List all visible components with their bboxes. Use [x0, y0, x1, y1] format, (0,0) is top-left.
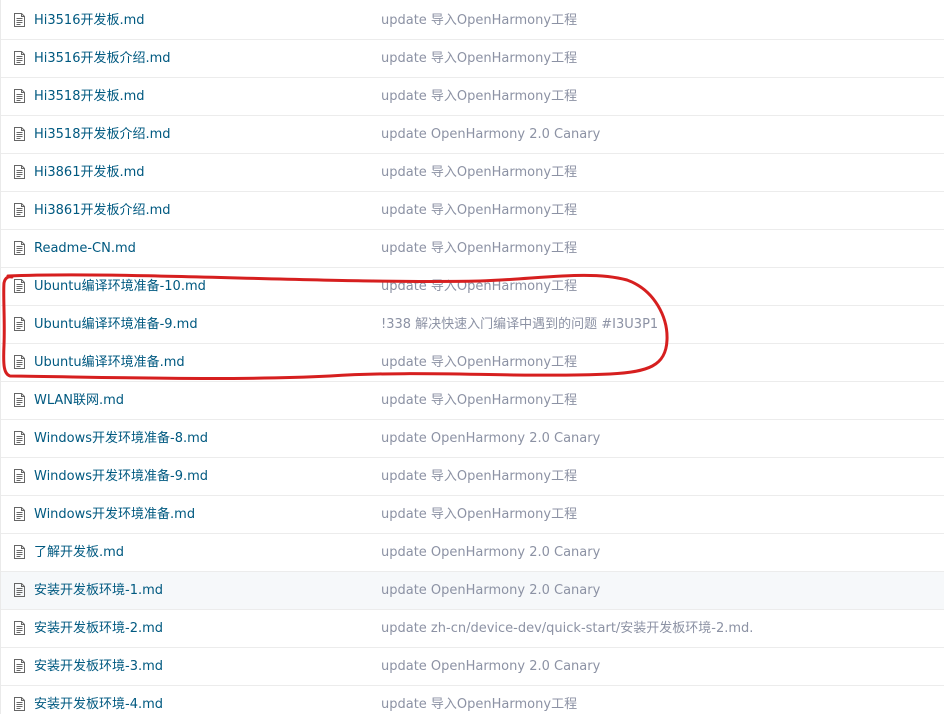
file-text-icon — [14, 13, 25, 27]
file-text-icon — [14, 431, 25, 445]
file-text-icon — [14, 659, 25, 673]
file-row[interactable]: Hi3516开发板.md update 导入OpenHarmony工程 — [1, 2, 944, 40]
commit-message-link[interactable]: update 导入OpenHarmony工程 — [381, 164, 577, 182]
file-text-icon — [14, 697, 25, 711]
commit-message-link[interactable]: update OpenHarmony 2.0 Canary — [381, 126, 600, 144]
commit-message-link[interactable]: !338 解决快速入门编译中遇到的问题 #I3U3P1 — [381, 316, 658, 334]
file-row[interactable]: Readme-CN.md update 导入OpenHarmony工程 — [1, 230, 944, 268]
commit-message-link[interactable]: update zh-cn/device-dev/quick-start/安装开发… — [381, 620, 753, 638]
file-text-icon — [14, 317, 25, 331]
file-text-icon — [14, 545, 25, 559]
file-row[interactable]: Ubuntu编译环境准备.md update 导入OpenHarmony工程 — [1, 344, 944, 382]
file-row[interactable]: Windows开发环境准备.md update 导入OpenHarmony工程 — [1, 496, 944, 534]
file-name-link[interactable]: Windows开发环境准备.md — [34, 506, 195, 524]
file-name-link[interactable]: 安装开发板环境-1.md — [34, 582, 163, 600]
file-text-icon — [14, 51, 25, 65]
file-text-icon — [14, 507, 25, 521]
file-row[interactable]: 安装开发板环境-3.md update OpenHarmony 2.0 Canar… — [1, 648, 944, 686]
file-row[interactable]: 安装开发板环境-2.md update zh-cn/device-dev/quic… — [1, 610, 944, 648]
file-row[interactable]: Hi3518开发板介绍.md update OpenHarmony 2.0 Can… — [1, 116, 944, 154]
file-name-link[interactable]: Windows开发环境准备-8.md — [34, 430, 208, 448]
file-name-link[interactable]: Hi3516开发板介绍.md — [34, 50, 171, 68]
commit-message-link[interactable]: update 导入OpenHarmony工程 — [381, 278, 577, 296]
commit-message-link[interactable]: update 导入OpenHarmony工程 — [381, 468, 577, 486]
file-name-link[interactable]: Ubuntu编译环境准备.md — [34, 354, 185, 372]
file-name-link[interactable]: 安装开发板环境-2.md — [34, 620, 163, 638]
commit-message-link[interactable]: update 导入OpenHarmony工程 — [381, 392, 577, 410]
file-name-link[interactable]: Hi3516开发板.md — [34, 12, 145, 30]
commit-message-link[interactable]: update 导入OpenHarmony工程 — [381, 12, 577, 30]
file-text-icon — [14, 165, 25, 179]
file-row[interactable]: Hi3861开发板介绍.md update 导入OpenHarmony工程 — [1, 192, 944, 230]
file-name-link[interactable]: Readme-CN.md — [34, 240, 136, 258]
commit-message-link[interactable]: update 导入OpenHarmony工程 — [381, 202, 577, 220]
file-name-link[interactable]: Ubuntu编译环境准备-9.md — [34, 316, 198, 334]
file-text-icon — [14, 279, 25, 293]
commit-message-link[interactable]: update 导入OpenHarmony工程 — [381, 506, 577, 524]
commit-message-link[interactable]: update OpenHarmony 2.0 Canary — [381, 658, 600, 676]
file-name-link[interactable]: Ubuntu编译环境准备-10.md — [34, 278, 206, 296]
file-row[interactable]: Hi3518开发板.md update 导入OpenHarmony工程 — [1, 78, 944, 116]
file-row[interactable]: Hi3516开发板介绍.md update 导入OpenHarmony工程 — [1, 40, 944, 78]
file-text-icon — [14, 127, 25, 141]
file-name-link[interactable]: 安装开发板环境-3.md — [34, 658, 163, 676]
file-row[interactable]: Ubuntu编译环境准备-10.md update 导入OpenHarmony工程 — [1, 268, 944, 306]
file-name-link[interactable]: Windows开发环境准备-9.md — [34, 468, 208, 486]
file-row[interactable]: 安装开发板环境-1.md update OpenHarmony 2.0 Canar… — [1, 572, 944, 610]
file-text-icon — [14, 241, 25, 255]
file-name-link[interactable]: 安装开发板环境-4.md — [34, 696, 163, 714]
file-list: Hi3516开发板.md update 导入OpenHarmony工程 Hi3516… — [0, 0, 944, 714]
file-text-icon — [14, 583, 25, 597]
file-row[interactable]: WLAN联网.md update 导入OpenHarmony工程 — [1, 382, 944, 420]
file-text-icon — [14, 89, 25, 103]
file-name-link[interactable]: Hi3518开发板介绍.md — [34, 126, 171, 144]
file-name-link[interactable]: Hi3861开发板.md — [34, 164, 145, 182]
file-name-link[interactable]: Hi3861开发板介绍.md — [34, 202, 171, 220]
commit-message-link[interactable]: update 导入OpenHarmony工程 — [381, 354, 577, 372]
file-text-icon — [14, 621, 25, 635]
file-text-icon — [14, 203, 25, 217]
file-text-icon — [14, 355, 25, 369]
file-name-link[interactable]: 了解开发板.md — [34, 544, 124, 562]
file-name-link[interactable]: WLAN联网.md — [34, 392, 124, 410]
file-row[interactable]: 了解开发板.md update OpenHarmony 2.0 Canary — [1, 534, 944, 572]
commit-message-link[interactable]: update 导入OpenHarmony工程 — [381, 696, 577, 714]
commit-message-link[interactable]: update 导入OpenHarmony工程 — [381, 50, 577, 68]
commit-message-link[interactable]: update OpenHarmony 2.0 Canary — [381, 582, 600, 600]
file-row[interactable]: Ubuntu编译环境准备-9.md !338 解决快速入门编译中遇到的问题 #I3… — [1, 306, 944, 344]
file-row[interactable]: Windows开发环境准备-8.md update OpenHarmony 2.0… — [1, 420, 944, 458]
file-text-icon — [14, 469, 25, 483]
commit-message-link[interactable]: update 导入OpenHarmony工程 — [381, 88, 577, 106]
commit-message-link[interactable]: update OpenHarmony 2.0 Canary — [381, 544, 600, 562]
commit-message-link[interactable]: update OpenHarmony 2.0 Canary — [381, 430, 600, 448]
file-row[interactable]: Hi3861开发板.md update 导入OpenHarmony工程 — [1, 154, 944, 192]
file-row[interactable]: 安装开发板环境-4.md update 导入OpenHarmony工程 — [1, 686, 944, 714]
file-text-icon — [14, 393, 25, 407]
commit-message-link[interactable]: update 导入OpenHarmony工程 — [381, 240, 577, 258]
file-row[interactable]: Windows开发环境准备-9.md update 导入OpenHarmony工程 — [1, 458, 944, 496]
file-name-link[interactable]: Hi3518开发板.md — [34, 88, 145, 106]
